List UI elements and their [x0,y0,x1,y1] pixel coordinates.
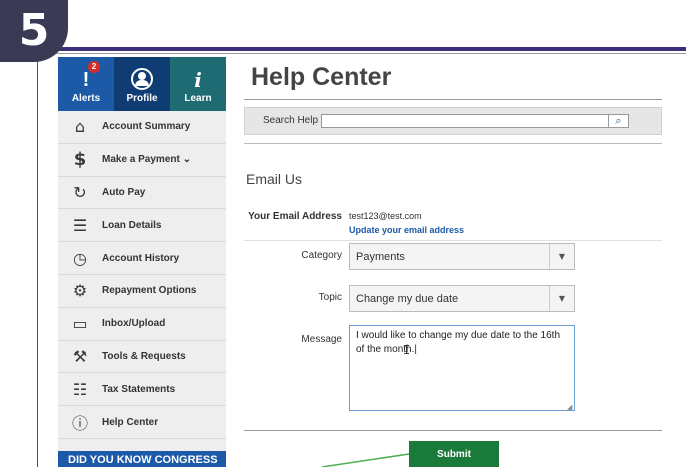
annotation-pointer-line [321,453,410,467]
